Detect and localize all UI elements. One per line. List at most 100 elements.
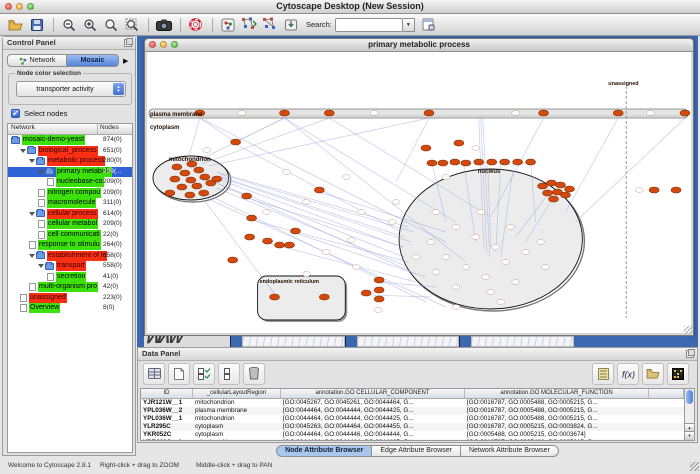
table-cell[interactable]: [GO:0016787, GO:0005215, GO:0003824, G..… [465, 423, 649, 431]
network-window-titlebar[interactable]: primary metabolic process [145, 39, 693, 52]
tree-column-nodes[interactable]: Nodes [98, 124, 132, 134]
network-node[interactable] [357, 210, 365, 215]
network-node[interactable] [542, 265, 550, 270]
network-edge[interactable] [200, 118, 236, 142]
new-attribute-button[interactable] [168, 363, 190, 385]
show-graphics-details-button[interactable] [218, 16, 237, 34]
network-node[interactable] [199, 190, 209, 196]
network-node[interactable] [302, 272, 310, 277]
network-node[interactable] [549, 196, 559, 202]
network-node[interactable] [472, 235, 480, 240]
table-column-header[interactable]: annotation.GO MOLECULAR_FUNCTION [465, 389, 649, 398]
network-node[interactable] [513, 159, 523, 165]
network-node[interactable] [512, 111, 520, 116]
network-node[interactable] [450, 159, 460, 165]
network-node[interactable] [270, 294, 280, 300]
window-resize-grip[interactable] [684, 326, 692, 334]
tab-mosaic[interactable]: Mosaic [67, 54, 119, 67]
table-cell[interactable]: [GO:0044464, GO:0044444, GO:0044425, G..… [281, 439, 465, 441]
network-edge[interactable] [200, 118, 446, 242]
network-node[interactable] [238, 111, 246, 116]
table-row[interactable]: YLR295Ccytoplasm[GO:0045263, GO:0044464,… [141, 423, 684, 431]
disclosure-triangle-icon[interactable] [29, 159, 35, 163]
attribute-grid-button[interactable] [143, 363, 165, 385]
disclosure-triangle-icon[interactable] [29, 212, 35, 216]
network-node[interactable] [512, 280, 520, 285]
network-node[interactable] [284, 242, 294, 248]
table-row[interactable]: YKR052Ccytoplasm[GO:0044464, GO:0044446,… [141, 431, 684, 439]
network-node[interactable] [192, 183, 202, 189]
network-node[interactable] [302, 200, 310, 205]
table-cell[interactable]: YLR295C [141, 423, 193, 431]
network-node[interactable] [432, 270, 440, 275]
network-edge[interactable] [575, 118, 685, 222]
table-column-header[interactable]: _cellularLayoutRegion [193, 389, 281, 398]
table-cell[interactable]: YDR039C__1 [141, 439, 193, 441]
table-cell[interactable]: [GO:0045263, GO:0044464, GO:0044455, G..… [281, 423, 465, 431]
network-node[interactable] [646, 111, 654, 116]
save-button[interactable] [27, 16, 46, 34]
network-node[interactable] [543, 190, 553, 196]
notes-button[interactable] [592, 363, 614, 385]
network-node[interactable] [203, 148, 211, 153]
network-node[interactable] [560, 192, 570, 198]
network-node[interactable] [374, 287, 384, 293]
background-windows-strip[interactable]: \ΛΙΛW [144, 336, 694, 347]
network-node[interactable] [228, 257, 238, 263]
open-file-button[interactable] [6, 16, 25, 34]
network-node[interactable] [502, 260, 510, 265]
network-node[interactable] [424, 110, 434, 116]
network-node[interactable] [555, 182, 565, 188]
tree-row[interactable]: transport558(0) [8, 261, 132, 272]
destroy-network-view-button[interactable] [260, 16, 279, 34]
table-cell[interactable]: [GO:0044464, GO:0044446, GO:0044444, G..… [281, 431, 465, 439]
network-node[interactable] [507, 225, 515, 230]
search-dropdown-button[interactable]: ▼ [403, 18, 415, 32]
tree-row[interactable]: nucleobase-co209(0) [8, 177, 132, 188]
table-cell[interactable]: [GO:0016787, GO:0005488, GO:0005215, G..… [465, 415, 649, 423]
table-cell[interactable]: mitochondrion [193, 415, 281, 423]
tree-row[interactable]: cellular process614(0) [8, 209, 132, 220]
table-column-header[interactable]: ID [141, 389, 193, 398]
import-attributes-button[interactable] [642, 363, 664, 385]
network-node[interactable] [477, 210, 485, 215]
network-node[interactable] [263, 238, 273, 244]
tree-row[interactable]: cell communicati22(0) [8, 230, 132, 241]
network-edge[interactable] [202, 118, 330, 164]
tree-row[interactable]: mosaic-demo-yeast874(0) [8, 135, 132, 146]
network-node[interactable] [432, 210, 440, 215]
network-node[interactable] [421, 145, 431, 151]
table-scrollbar[interactable]: ▲ ▼ [684, 388, 695, 441]
tree-column-network[interactable]: Network [8, 124, 98, 134]
network-node[interactable] [263, 210, 271, 215]
network-node[interactable] [194, 167, 204, 173]
network-node[interactable] [314, 187, 324, 193]
select-nodes-checkbox[interactable]: ✓ [11, 109, 20, 118]
network-node[interactable] [242, 193, 252, 199]
network-node[interactable] [522, 250, 530, 255]
network-node[interactable] [526, 159, 536, 165]
table-cell[interactable]: mitochondrion [193, 439, 281, 441]
network-node[interactable] [462, 265, 470, 270]
search-config-button[interactable] [419, 16, 438, 34]
network-node[interactable] [474, 159, 484, 165]
network-node[interactable] [454, 140, 464, 146]
table-cell[interactable]: YPL036W__1 [141, 415, 193, 423]
network-node[interactable] [165, 190, 175, 196]
network-node[interactable] [538, 183, 548, 189]
network-node[interactable] [564, 186, 574, 192]
network-node[interactable] [487, 290, 495, 295]
network-node[interactable] [342, 175, 350, 180]
network-node[interactable] [361, 290, 371, 296]
network-node[interactable] [352, 265, 360, 270]
tree-row[interactable]: establishment of lo558(0) [8, 251, 132, 262]
table-cell[interactable]: cytoplasm [193, 431, 281, 439]
tree-row[interactable]: response to stimulu264(0) [8, 240, 132, 251]
network-node[interactable] [247, 215, 257, 221]
table-row[interactable]: YPL036W__2plasma membrane[GO:0044464, GO… [141, 407, 684, 415]
network-node[interactable] [649, 187, 659, 193]
table-row[interactable]: YPL036W__1mitochondrion[GO:0044464, GO:0… [141, 415, 684, 423]
network-node[interactable] [319, 294, 329, 300]
network-node[interactable] [671, 187, 681, 193]
network-node[interactable] [231, 139, 241, 145]
